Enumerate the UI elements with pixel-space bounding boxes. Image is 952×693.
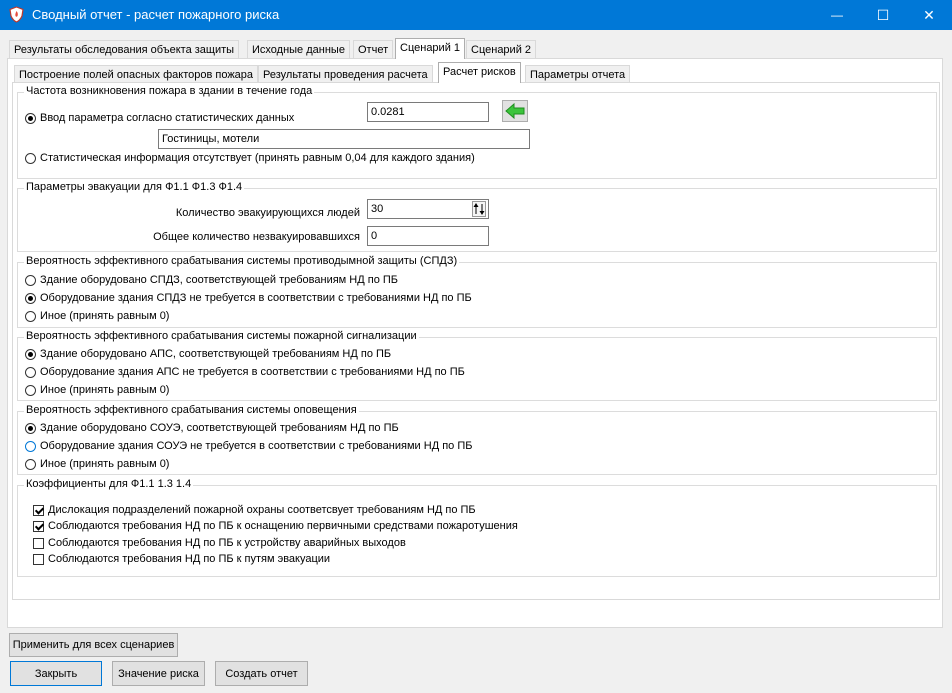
check-evacuation-routes[interactable]: Соблюдаются требования НД по ПБ к путям … — [33, 551, 330, 567]
risk-value-button[interactable]: Значение риска — [112, 661, 205, 686]
maximize-button[interactable]: ☐ — [860, 0, 906, 30]
minimize-button[interactable]: — — [814, 0, 860, 30]
check-emergency-exits[interactable]: Соблюдаются требования НД по ПБ к устрой… — [33, 535, 406, 551]
radio-soue-not-required[interactable]: Оборудование здания СОУЭ не требуется в … — [25, 438, 472, 454]
not-evacuated-input[interactable]: 0 — [367, 226, 489, 246]
check-primary-extinguishing[interactable]: Соблюдаются требования НД по ПБ к оснаще… — [33, 518, 518, 534]
radio-button[interactable] — [25, 274, 36, 286]
radio-button[interactable] — [25, 458, 36, 470]
tab-report[interactable]: Отчет — [353, 40, 394, 59]
radio-stats-input[interactable]: Ввод параметра согласно статистических д… — [25, 110, 294, 126]
aps-title: Вероятность эффективного срабатывания си… — [24, 330, 419, 342]
radio-button[interactable] — [25, 310, 36, 322]
frequency-value-input[interactable]: 0.0281 — [367, 102, 489, 122]
radio-no-stats[interactable]: Статистическая информация отсутствует (п… — [25, 150, 475, 166]
title-bar: Сводный отчет - расчет пожарного риска —… — [0, 0, 952, 30]
create-report-button[interactable]: Создать отчет — [215, 661, 308, 686]
radio-soue-other[interactable]: Иное (принять равным 0) — [25, 456, 169, 472]
apply-frequency-button[interactable] — [502, 100, 528, 122]
radio-aps-not-required[interactable]: Оборудование здания АПС не требуется в с… — [25, 364, 465, 380]
app-shield-icon — [9, 6, 24, 23]
green-left-arrow-icon — [505, 103, 525, 119]
evacuation-title: Параметры эвакуации для Ф1.1 Ф1.3 Ф1.4 — [24, 181, 245, 193]
checkbox[interactable] — [33, 553, 44, 565]
radio-spdz-other[interactable]: Иное (принять равным 0) — [25, 308, 169, 324]
radio-button[interactable] — [25, 292, 36, 304]
radio-button[interactable] — [25, 384, 36, 396]
minimize-icon: — — [831, 8, 843, 22]
not-evacuated-label: Общее количество незвакуировавшихся — [153, 231, 360, 243]
close-window-button[interactable]: ✕ — [906, 0, 952, 30]
radio-spdz-not-required[interactable]: Оборудование здания СПДЗ не требуется в … — [25, 290, 472, 306]
tab-survey-results[interactable]: Результаты обследования объекта защиты — [9, 40, 240, 59]
radio-button[interactable] — [25, 366, 36, 378]
window-title: Сводный отчет - расчет пожарного риска — [32, 7, 280, 22]
radio-button[interactable] — [25, 112, 36, 124]
checkbox[interactable] — [33, 537, 44, 549]
radio-aps-equipped[interactable]: Здание оборудовано АПС, соответствующей … — [25, 346, 391, 362]
radio-button[interactable] — [25, 152, 36, 164]
spdz-title: Вероятность эффективного срабатывания си… — [24, 255, 460, 267]
apply-all-scenarios-button[interactable]: Применить для всех сценариев — [9, 633, 178, 657]
evacuees-stepper[interactable]: 30 — [367, 199, 489, 219]
close-button[interactable]: Закрыть — [10, 661, 102, 686]
radio-button[interactable] — [25, 422, 36, 434]
building-category-field[interactable]: Гостиницы, мотели — [158, 129, 530, 149]
radio-aps-other[interactable]: Иное (принять равным 0) — [25, 382, 169, 398]
evacuees-label: Количество эвакуирующихся людей — [175, 207, 360, 219]
tab-scenario-2[interactable]: Сценарий 2 — [466, 40, 537, 59]
fire-frequency-title: Частота возникновения пожара в здании в … — [24, 85, 315, 97]
close-icon: ✕ — [923, 6, 935, 23]
coefficients-title: Коэффициенты для Ф1.1 1.3 1.4 — [24, 478, 194, 490]
check-fire-brigade-location[interactable]: Дислокация подразделений пожарной охраны… — [33, 502, 476, 518]
tab-scenario-1[interactable]: Сценарий 1 — [395, 38, 466, 59]
tab-risk-calc[interactable]: Расчет рисков — [438, 62, 521, 83]
soue-title: Вероятность эффективного срабатывания си… — [24, 404, 359, 416]
radio-soue-equipped[interactable]: Здание оборудовано СОУЭ, соответствующей… — [25, 420, 399, 436]
checkbox[interactable] — [33, 520, 44, 532]
tab-input-data[interactable]: Исходные данные — [247, 40, 350, 59]
checkbox[interactable] — [33, 504, 44, 516]
radio-spdz-equipped[interactable]: Здание оборудовано СПДЗ, соответствующей… — [25, 272, 398, 288]
radio-button[interactable] — [25, 348, 36, 360]
radio-button[interactable] — [25, 440, 36, 452]
maximize-icon: ☐ — [876, 6, 890, 23]
spin-arrows-icon[interactable] — [472, 201, 486, 217]
